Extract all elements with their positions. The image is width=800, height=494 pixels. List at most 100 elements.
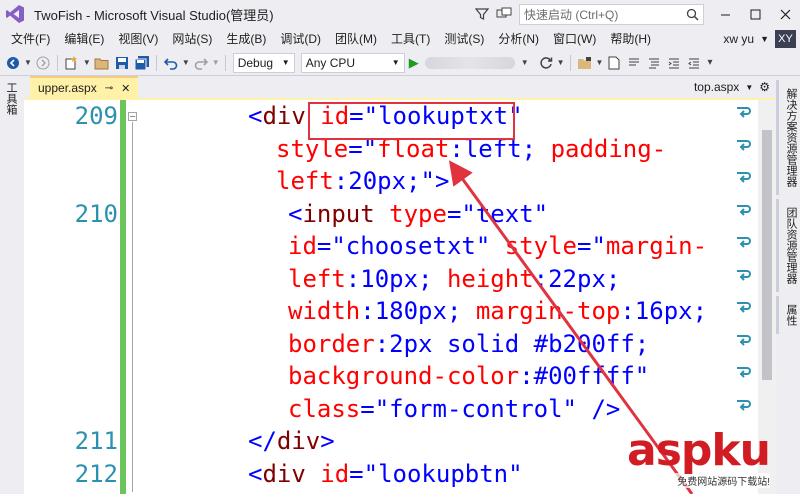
user-name[interactable]: xw yu — [723, 32, 754, 46]
code-line[interactable]: left:10px; height:22px; — [24, 263, 776, 296]
feedback-icon[interactable] — [493, 3, 515, 25]
quick-launch-input[interactable]: 快速启动 (Ctrl+Q) — [519, 3, 704, 25]
code-text: border:2px solid #b200ff; — [288, 328, 649, 361]
refresh-icon[interactable] — [537, 54, 555, 72]
menu-team[interactable]: 团队(M) — [328, 28, 384, 50]
code-text: <input type="text" — [288, 198, 548, 231]
comment-out-icon[interactable] — [625, 54, 643, 72]
menu-analyze[interactable]: 分析(N) — [491, 28, 546, 50]
settings-icon[interactable]: ⚙ — [759, 80, 770, 94]
back-icon[interactable] — [4, 54, 22, 72]
window-title: TwoFish - Microsoft Visual Studio(管理员) — [34, 7, 274, 23]
code-token: ="choosetxt" — [316, 232, 505, 260]
code-token: background-color — [288, 362, 520, 390]
redo-icon[interactable] — [192, 54, 210, 72]
title-bar: TwoFish - Microsoft Visual Studio(管理员) 快… — [0, 0, 800, 28]
properties-tab[interactable]: 属性 — [776, 296, 800, 334]
menu-build[interactable]: 生成(B) — [219, 28, 273, 50]
chevron-down-icon[interactable]: ▼ — [521, 58, 529, 67]
code-text: left:20px;"> — [276, 165, 449, 198]
visual-studio-logo-icon — [0, 0, 30, 28]
chevron-down-icon[interactable]: ▼ — [212, 58, 220, 67]
close-icon[interactable]: ✕ — [121, 82, 130, 95]
close-button[interactable] — [770, 0, 800, 28]
code-token: :#00ffff" — [519, 362, 650, 390]
code-line[interactable]: left:20px;"> — [24, 165, 776, 198]
new-project-icon[interactable] — [63, 54, 81, 72]
code-text: class="form-control" /> — [288, 393, 620, 426]
code-token: ="lookupbtn" — [349, 459, 523, 488]
menu-bar: 文件(F) 编辑(E) 视图(V) 网站(S) 生成(B) 调试(D) 团队(M… — [0, 28, 800, 50]
save-all-icon[interactable] — [133, 54, 151, 72]
code-token: :180px; — [360, 297, 476, 325]
forward-icon[interactable] — [34, 54, 52, 72]
chevron-down-icon[interactable]: ▼ — [557, 58, 565, 67]
code-token: ="text" — [446, 199, 549, 228]
tab-label: upper.aspx — [38, 81, 97, 95]
right-tool-strip: 解决方案资源管理器 团队资源管理器 属性 — [776, 76, 800, 494]
chevron-down-icon[interactable]: ▼ — [596, 58, 604, 67]
code-token: padding- — [550, 134, 667, 163]
code-line[interactable]: border:2px solid #b200ff; — [24, 328, 776, 361]
menu-view[interactable]: 视图(V) — [111, 28, 165, 50]
code-token: border — [288, 329, 375, 358]
platform-select[interactable]: Any CPU ▼ — [300, 52, 405, 73]
menu-edit[interactable]: 编辑(E) — [57, 28, 111, 50]
pin-icon[interactable]: ⊸ — [105, 83, 113, 94]
watermark-brand: aspku — [627, 425, 771, 476]
toolbar-separator — [569, 54, 571, 71]
code-line[interactable]: class="form-control" /> — [24, 393, 776, 426]
filter-icon[interactable] — [471, 3, 493, 25]
standard-toolbar: ▼ ▼ ▼ ▼ Debug ▼ Any CPU ▼ ▶ ▼ ▼ ▼ ▾ — [0, 50, 800, 76]
configuration-select[interactable]: Debug ▼ — [232, 52, 295, 73]
menu-debug[interactable]: 调试(D) — [273, 28, 328, 50]
chevron-down-icon[interactable]: ▼ — [24, 58, 32, 67]
menu-file[interactable]: 文件(F) — [4, 28, 57, 50]
minimize-button[interactable] — [710, 0, 740, 28]
code-line[interactable]: width:180px; margin-top:16px; — [24, 295, 776, 328]
code-line[interactable]: 210 <input type="text" — [24, 198, 776, 231]
code-line[interactable]: id="choosetxt" style="margin- — [24, 230, 776, 263]
start-debugging-icon[interactable]: ▶ — [409, 55, 419, 71]
menu-website[interactable]: 网站(S) — [165, 28, 219, 50]
code-text: <div id="lookupbtn" — [248, 458, 523, 491]
team-explorer-tab[interactable]: 团队资源管理器 — [776, 199, 800, 292]
menu-help[interactable]: 帮助(H) — [603, 28, 658, 50]
avatar[interactable]: XY — [775, 30, 796, 48]
maximize-button[interactable] — [740, 0, 770, 28]
code-line[interactable]: background-color:#00ffff" — [24, 360, 776, 393]
word-wrap-icon — [732, 198, 756, 222]
uncomment-icon[interactable] — [645, 54, 663, 72]
code-token: < — [248, 102, 263, 130]
menu-test[interactable]: 测试(S) — [437, 28, 491, 50]
tab-top-aspx[interactable]: top.aspx — [694, 80, 739, 94]
menu-window[interactable]: 窗口(W) — [546, 28, 603, 50]
menu-tools[interactable]: 工具(T) — [384, 28, 437, 50]
open-folder-icon[interactable] — [93, 54, 111, 72]
outdent-icon[interactable] — [685, 54, 703, 72]
chevron-down-icon[interactable]: ▼ — [182, 58, 190, 67]
code-editor[interactable]: − 209 <div id="lookuptxt" style="float:lef… — [24, 100, 776, 494]
tab-upper-aspx[interactable]: upper.aspx ⊸ ✕ — [30, 76, 139, 98]
toolbox-tab[interactable]: 工具箱 — [0, 76, 22, 121]
code-token: div — [276, 427, 321, 455]
chevron-down-icon[interactable]: ▼ — [760, 34, 769, 44]
line-number: 212 — [74, 459, 118, 488]
scrollbar-thumb[interactable] — [762, 130, 772, 380]
code-token: :16px; — [620, 297, 708, 325]
save-icon[interactable] — [113, 54, 131, 72]
chevron-down-icon[interactable]: ▼ — [745, 83, 753, 92]
toolbar-overflow-icon[interactable]: ▾ — [707, 57, 712, 68]
indent-icon[interactable] — [665, 54, 683, 72]
undo-icon[interactable] — [162, 54, 180, 72]
start-target-label[interactable] — [424, 56, 515, 69]
document-icon[interactable] — [605, 54, 623, 72]
browser-link-icon[interactable] — [576, 54, 594, 72]
solution-explorer-tab[interactable]: 解决方案资源管理器 — [776, 80, 800, 195]
code-text: </div> — [248, 425, 335, 458]
chevron-down-icon[interactable]: ▼ — [83, 58, 91, 67]
line-number: 210 — [74, 199, 118, 228]
toolbar-separator — [224, 54, 226, 71]
configuration-value: Debug — [237, 55, 274, 70]
